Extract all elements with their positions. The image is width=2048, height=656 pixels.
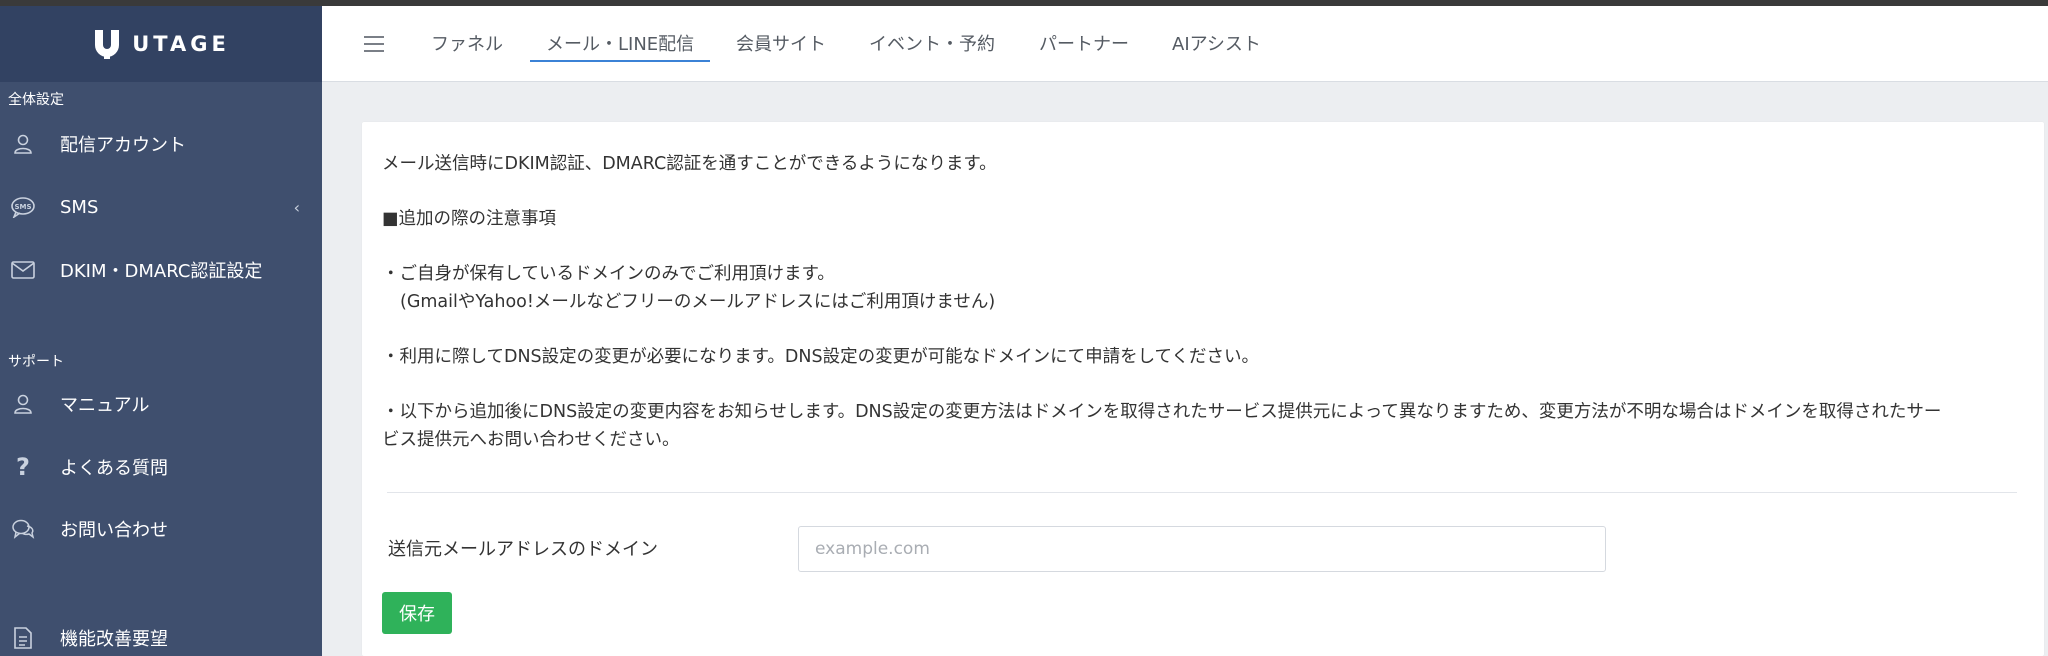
sidebar-item-manual[interactable]: マニュアル xyxy=(0,384,322,424)
brand-logo[interactable]: UTAGE xyxy=(0,6,322,82)
hamburger-menu-icon[interactable] xyxy=(364,36,384,52)
dkim-settings-card: メール送信時にDKIM認証、DMARC認証を通すことができるようになります。 ■… xyxy=(362,122,2044,656)
save-button[interactable]: 保存 xyxy=(382,592,452,634)
tab-funnel[interactable]: ファネル xyxy=(431,30,503,56)
sidebar-item-label: お問い合わせ xyxy=(60,520,168,541)
divider xyxy=(387,492,2017,493)
tab-ai-assist[interactable]: AIアシスト xyxy=(1172,30,1261,56)
note-own-domain: ・ご自身が保有しているドメインのみでご利用頂けます。 xyxy=(382,264,835,284)
document-icon xyxy=(10,625,36,651)
sidebar-item-sms[interactable]: SMS SMS ‹ xyxy=(0,187,322,227)
tab-partner[interactable]: パートナー xyxy=(1039,30,1129,56)
sidebar-item-label: SMS xyxy=(60,196,99,218)
sidebar-item-label: よくある質問 xyxy=(60,458,168,479)
note-free-mail: (GmailやYahoo!メールなどフリーのメールアドレスにはご利用頂けません) xyxy=(400,292,996,312)
notes-heading: ■追加の際の注意事項 xyxy=(382,209,557,229)
question-icon: ? xyxy=(16,453,30,481)
mail-icon xyxy=(10,257,36,283)
tab-member-site[interactable]: 会員サイト xyxy=(736,30,826,56)
sidebar-item-label: DKIM・DMARC認証設定 xyxy=(60,261,263,282)
domain-input[interactable] xyxy=(798,526,1606,572)
sidebar: UTAGE 全体設定 配信アカウント SMS SMS ‹ DKIM・DMARC認… xyxy=(0,6,322,656)
note-dns-change-1: ・以下から追加後にDNS設定の変更内容をお知らせします。DNS設定の変更方法はド… xyxy=(382,402,1942,422)
sidebar-item-label: 配信アカウント xyxy=(60,135,186,156)
domain-field-label: 送信元メールアドレスのドメイン xyxy=(388,539,658,560)
sms-icon: SMS xyxy=(10,194,36,220)
top-navigation: ファネル メール・LINE配信 会員サイト イベント・予約 パートナー AIアシ… xyxy=(322,6,2048,82)
user-icon xyxy=(10,131,36,157)
brand-name: UTAGE xyxy=(132,32,230,56)
svg-text:SMS: SMS xyxy=(14,203,31,211)
sidebar-item-dkim-dmarc[interactable]: DKIM・DMARC認証設定 xyxy=(0,250,322,290)
active-tab-underline xyxy=(530,60,710,62)
chat-icon xyxy=(10,516,36,542)
intro-text: メール送信時にDKIM認証、DMARC認証を通すことができるようになります。 xyxy=(382,154,997,174)
tab-mail-line[interactable]: メール・LINE配信 xyxy=(546,30,694,56)
sidebar-item-label: 機能改善要望 xyxy=(60,629,168,650)
note-dns-change-2: ビス提供元へお問い合わせください。 xyxy=(382,430,680,450)
user-icon xyxy=(10,391,36,417)
sidebar-item-contact[interactable]: お問い合わせ xyxy=(0,509,322,549)
sidebar-item-delivery-account[interactable]: 配信アカウント xyxy=(0,124,322,164)
chevron-left-icon[interactable]: ‹ xyxy=(294,198,300,217)
note-dns-required: ・利用に際してDNS設定の変更が必要になります。DNS設定の変更が可能なドメイン… xyxy=(382,347,1260,367)
sidebar-item-label: マニュアル xyxy=(60,395,150,416)
section-label-support: サポート xyxy=(8,354,64,370)
sidebar-item-faq[interactable]: ? よくある質問 xyxy=(0,447,322,487)
sidebar-item-feature-request[interactable]: 機能改善要望 xyxy=(0,618,322,656)
utage-logo-icon xyxy=(95,30,120,59)
section-label-general: 全体設定 xyxy=(8,92,64,108)
tab-event-booking[interactable]: イベント・予約 xyxy=(869,30,995,56)
